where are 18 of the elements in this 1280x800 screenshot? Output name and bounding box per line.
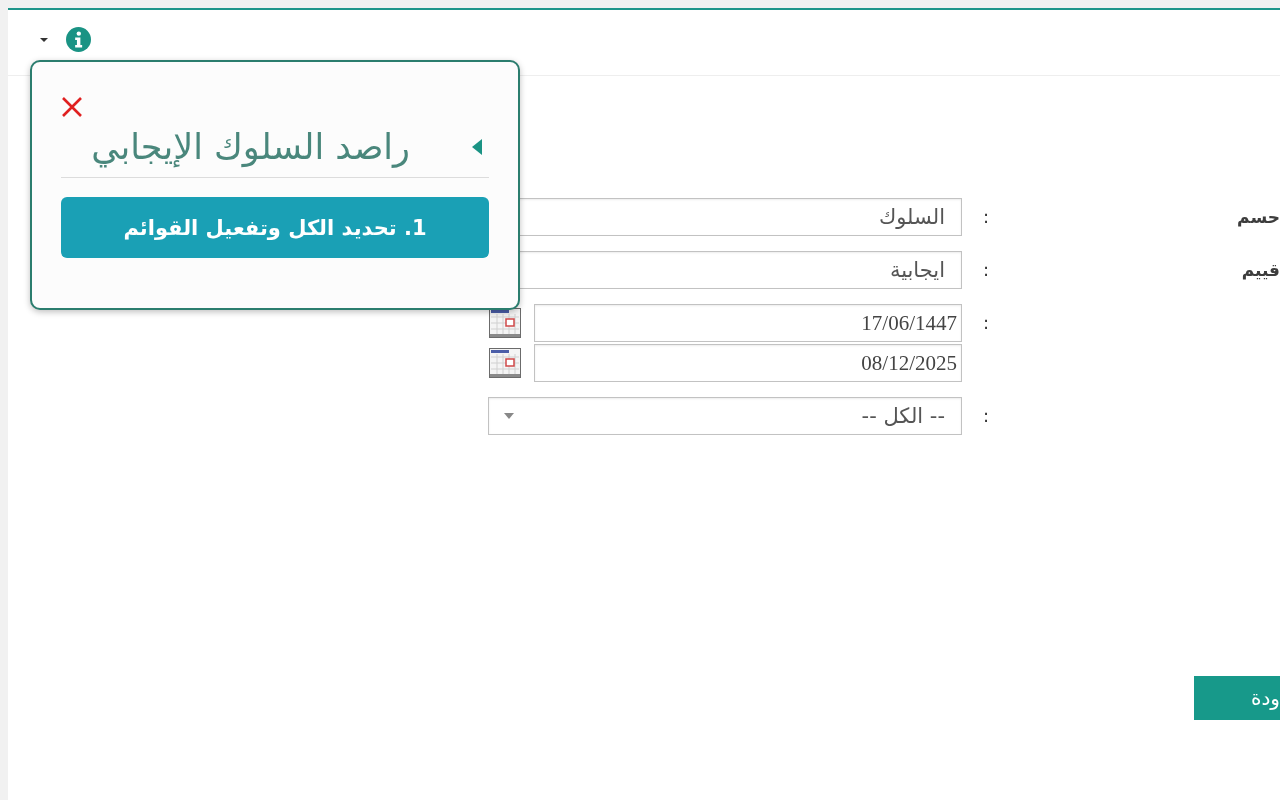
date-field[interactable]: 08/12/2025 (534, 344, 962, 382)
select-field[interactable]: -- الكل -- (488, 397, 962, 435)
colon-separator: : (982, 312, 990, 333)
info-icon[interactable] (66, 27, 91, 52)
popover-title: راصد السلوك الإيجابي (91, 127, 410, 167)
back-button[interactable]: ودة (1194, 676, 1280, 720)
colon-separator: : (982, 259, 990, 280)
calendar-icon[interactable] (489, 308, 521, 338)
caret-icon (504, 413, 514, 419)
date-field[interactable]: 17/06/1447 (534, 304, 962, 342)
field-label: قييم (1241, 260, 1280, 280)
colon-separator: : (982, 405, 990, 426)
calendar-icon[interactable] (489, 348, 521, 378)
colon-separator: : (982, 206, 990, 227)
left-triangle-icon[interactable] (472, 139, 482, 155)
caret-icon[interactable] (40, 37, 48, 42)
field-label: حسم (1237, 207, 1280, 227)
close-icon[interactable] (61, 97, 83, 117)
